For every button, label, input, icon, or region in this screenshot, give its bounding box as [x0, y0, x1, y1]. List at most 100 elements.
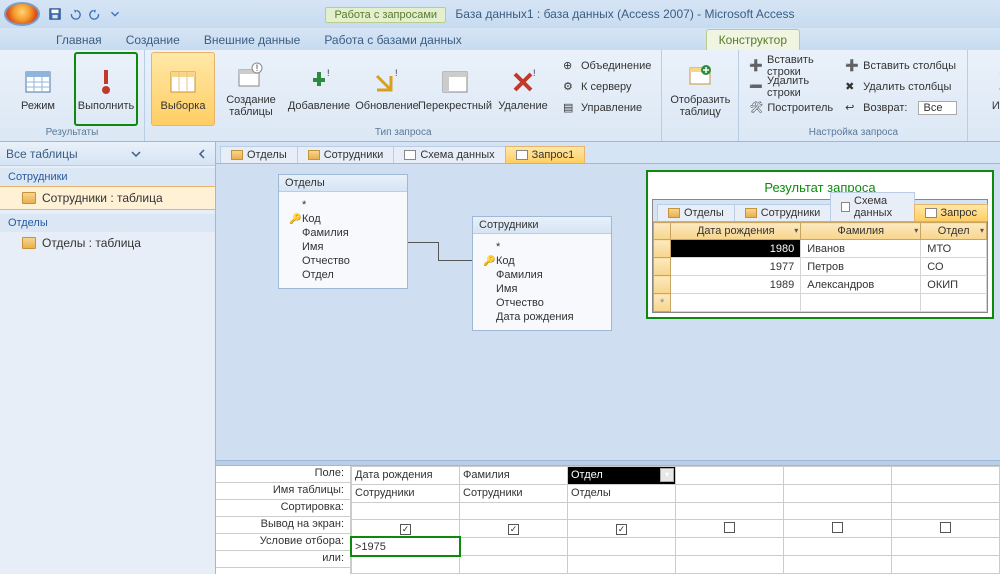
- showtable-button[interactable]: Отобразить таблицу: [668, 52, 732, 126]
- select-icon: [167, 66, 199, 98]
- col-dept[interactable]: Отдел▾: [921, 223, 987, 240]
- group-results: Режим Выполнить Результаты: [0, 50, 145, 141]
- sort-cell[interactable]: [352, 502, 460, 520]
- filter-icon[interactable]: ▾: [980, 226, 984, 235]
- field-cell[interactable]: Дата рождения: [352, 467, 460, 485]
- col-date[interactable]: Дата рождения▾: [671, 223, 801, 240]
- table-row[interactable]: 1980ИвановМТО: [654, 240, 987, 258]
- chevron-down-icon: [129, 147, 143, 161]
- r-tab-query[interactable]: Запрос: [914, 204, 988, 221]
- table-item-otdely[interactable]: Отделы : таблица: [0, 232, 215, 254]
- quick-access-toolbar: [46, 5, 124, 23]
- insertrows-button[interactable]: ➕Вставить строки: [745, 56, 837, 76]
- datadef-icon: ▤: [563, 101, 577, 115]
- tab-create[interactable]: Создание: [114, 30, 192, 50]
- criteria-cell[interactable]: >1975: [352, 538, 460, 556]
- table-icon: [231, 150, 243, 160]
- table-cell[interactable]: Сотрудники: [460, 484, 568, 502]
- table-icon: [745, 208, 757, 218]
- deleterows-button[interactable]: ➖Удалить строки: [745, 77, 837, 97]
- tab-external[interactable]: Внешние данные: [192, 30, 313, 50]
- dropdown-icon[interactable]: ▾: [660, 468, 674, 482]
- checkbox-icon: [940, 522, 951, 533]
- return-combo[interactable]: ↩Возврат: Все: [841, 98, 961, 118]
- deleterow-icon: ➖: [749, 80, 763, 94]
- doctab-sotrudniki[interactable]: Сотрудники: [297, 146, 395, 163]
- or-cell[interactable]: [352, 556, 460, 574]
- r-tab-sotrudniki[interactable]: Сотрудники: [734, 204, 832, 221]
- relationship-line[interactable]: [408, 242, 438, 243]
- totals-button[interactable]: Σ Итоги: [974, 52, 1000, 126]
- datasheet-icon: [22, 66, 54, 98]
- delete-query-button[interactable]: ! Удаление: [491, 52, 555, 126]
- table-sotrudniki-box[interactable]: Сотрудники * 🔑Код Фамилия Имя Отчество Д…: [472, 216, 612, 331]
- checkbox-icon: [400, 524, 411, 535]
- redo-icon[interactable]: [86, 5, 104, 23]
- tab-design-context[interactable]: Конструктор: [706, 29, 800, 50]
- server-icon: ⚙: [563, 80, 577, 94]
- select-all-cell[interactable]: [654, 223, 671, 240]
- checkbox-icon: [508, 524, 519, 535]
- nav-header[interactable]: Все таблицы: [0, 142, 215, 166]
- collapse-icon[interactable]: [195, 147, 209, 161]
- group-querytype: Выборка ! Создание таблицы ! Добавление …: [145, 50, 662, 141]
- table-otdely-box[interactable]: Отделы * 🔑Код Фамилия Имя Отчество Отдел: [278, 174, 408, 289]
- doctab-schema[interactable]: Схема данных: [393, 146, 505, 163]
- table-row-new[interactable]: *: [654, 294, 987, 312]
- result-window: Отделы Сотрудники Схема данных Запрос Да…: [652, 199, 988, 313]
- r-tab-schema[interactable]: Схема данных: [830, 192, 914, 221]
- navgroup-sotrudniki[interactable]: Сотрудники: [0, 168, 215, 186]
- checkbox-icon: [724, 522, 735, 533]
- r-tab-otdely[interactable]: Отделы: [657, 204, 735, 221]
- insertcols-button[interactable]: ➕Вставить столбцы: [841, 56, 961, 76]
- passthrough-button[interactable]: ⚙К серверу: [559, 77, 655, 97]
- datadef-button[interactable]: ▤Управление: [559, 98, 655, 118]
- builder-button[interactable]: 🛠Построитель: [745, 98, 837, 118]
- svg-text:!: !: [327, 68, 330, 78]
- show-cell[interactable]: [460, 520, 568, 538]
- field-cell[interactable]: [676, 467, 784, 485]
- delete-icon: !: [507, 66, 539, 98]
- key-icon: 🔑: [483, 256, 493, 266]
- ribbon: Режим Выполнить Результаты Выборка ! Соз…: [0, 50, 1000, 142]
- maketable-icon: !: [235, 60, 267, 92]
- navgroup-otdely[interactable]: Отделы: [0, 214, 215, 232]
- field-cell[interactable]: Фамилия: [460, 467, 568, 485]
- table-cell[interactable]: Отделы: [568, 484, 676, 502]
- table-cell[interactable]: Сотрудники: [352, 484, 460, 502]
- col-surname[interactable]: Фамилия▾: [801, 223, 921, 240]
- context-title: Работа с запросами: [325, 7, 446, 23]
- doctab-otdely[interactable]: Отделы: [220, 146, 298, 163]
- crosstab-button[interactable]: Перекрестный: [423, 52, 487, 126]
- undo-icon[interactable]: [66, 5, 84, 23]
- field-cell-active[interactable]: Отдел▾: [568, 467, 676, 485]
- show-cell[interactable]: [568, 520, 676, 538]
- view-button[interactable]: Режим: [6, 52, 70, 126]
- run-button[interactable]: Выполнить: [74, 52, 138, 126]
- qat-more-icon[interactable]: [106, 5, 124, 23]
- table-item-sotrudniki[interactable]: Сотрудники : таблица: [0, 186, 215, 210]
- maketable-button[interactable]: ! Создание таблицы: [219, 52, 283, 126]
- append-button[interactable]: ! Добавление: [287, 52, 351, 126]
- table-row[interactable]: 1977ПетровСО: [654, 258, 987, 276]
- show-cell[interactable]: [352, 520, 460, 538]
- tables-pane[interactable]: Отделы * 🔑Код Фамилия Имя Отчество Отдел…: [216, 164, 1000, 460]
- tab-home[interactable]: Главная: [44, 30, 114, 50]
- doctab-query1[interactable]: Запрос1: [505, 146, 586, 163]
- union-button[interactable]: ⊕Объединение: [559, 56, 655, 76]
- criteria-cell[interactable]: [568, 538, 676, 556]
- filter-icon[interactable]: ▾: [914, 226, 918, 235]
- office-button[interactable]: [4, 2, 40, 26]
- select-query-button[interactable]: Выборка: [151, 52, 215, 126]
- deletecols-button[interactable]: ✖Удалить столбцы: [841, 77, 961, 97]
- criteria-cell[interactable]: [460, 538, 568, 556]
- group-showtable: Отобразить таблицу: [662, 50, 739, 141]
- table-row[interactable]: 1989АлександровОКИП: [654, 276, 987, 294]
- group-querysetup: ➕Вставить строки ➖Удалить строки 🛠Постро…: [739, 50, 968, 141]
- tab-dbtools[interactable]: Работа с базами данных: [312, 30, 473, 50]
- update-button[interactable]: ! Обновление: [355, 52, 419, 126]
- table-icon: [668, 208, 680, 218]
- save-icon[interactable]: [46, 5, 64, 23]
- filter-icon[interactable]: ▾: [794, 226, 798, 235]
- showtable-icon: [684, 60, 716, 92]
